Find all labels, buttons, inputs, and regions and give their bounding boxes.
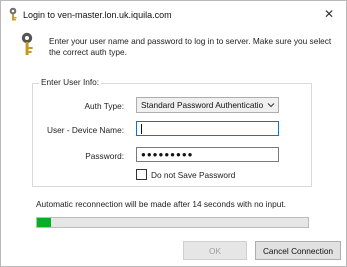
close-button[interactable]: ✕: [312, 1, 346, 27]
user-device-name-label: User - Device Name:: [47, 125, 124, 135]
password-input[interactable]: ●●●●●●●●●: [136, 147, 279, 162]
text-caret: [141, 124, 142, 134]
chevron-down-icon: [267, 103, 275, 108]
progress-fill: [37, 218, 51, 227]
title-bar: Login to ven-master.lon.uk.iquila.com ✕: [1, 1, 346, 27]
login-dialog: Login to ven-master.lon.uk.iquila.com ✕ …: [0, 0, 347, 267]
intro-text: Enter your user name and password to log…: [49, 36, 332, 57]
cancel-connection-button[interactable]: Cancel Connection: [255, 241, 341, 260]
password-label: Password:: [85, 151, 124, 161]
auth-type-label: Auth Type:: [84, 101, 124, 111]
no-save-password-checkbox[interactable]: [136, 169, 147, 180]
auth-type-value: Standard Password Authenticatio: [141, 100, 263, 110]
password-mask: ●●●●●●●●●: [141, 150, 194, 159]
key-icon: [21, 32, 33, 55]
user-device-name-input[interactable]: [136, 121, 279, 136]
ok-button[interactable]: OK: [183, 241, 247, 260]
no-save-password-option[interactable]: Do not Save Password: [136, 169, 235, 180]
no-save-password-label: Do not Save Password: [151, 169, 236, 180]
reconnect-status-text: Automatic reconnection will be made afte…: [36, 199, 286, 209]
auth-type-select[interactable]: Standard Password Authenticatio: [136, 97, 279, 113]
close-icon: ✕: [323, 7, 335, 21]
reconnect-progress-bar: [36, 217, 309, 228]
window-title: Login to ven-master.lon.uk.iquila.com: [23, 10, 172, 20]
user-info-legend: Enter User Info:: [39, 77, 102, 87]
key-icon: [9, 7, 17, 21]
